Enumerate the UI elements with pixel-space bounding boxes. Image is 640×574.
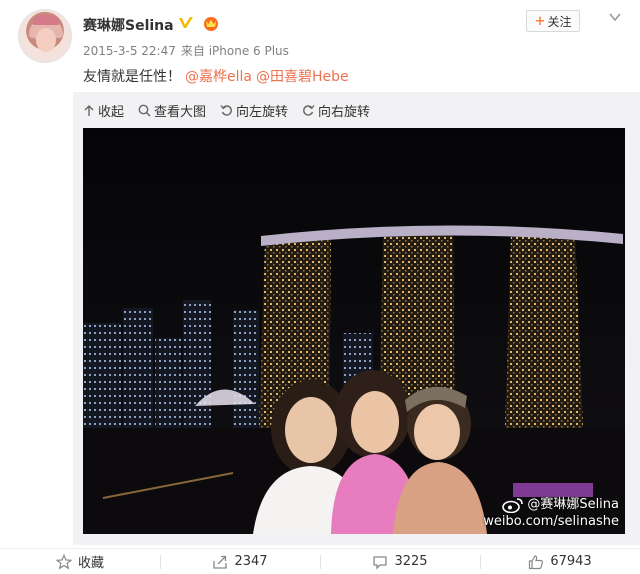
watermark-name: @赛琳娜Selina xyxy=(483,496,619,513)
favorite-button[interactable]: 收藏 xyxy=(0,549,160,574)
like-icon xyxy=(529,554,544,569)
view-large-label: 查看大图 xyxy=(154,104,207,120)
mention-link[interactable]: @嘉桦ella xyxy=(185,69,252,85)
post-body: 友情就是任性！ xyxy=(83,69,181,85)
comment-count: 3225 xyxy=(394,554,428,569)
rotate-right-button[interactable]: 向右旋转 xyxy=(302,101,370,120)
like-count: 67943 xyxy=(550,554,592,569)
member-crown-icon[interactable] xyxy=(202,15,220,31)
night-skyline-photo xyxy=(83,128,625,534)
plus-icon: + xyxy=(534,13,546,29)
user-avatar[interactable] xyxy=(18,9,72,63)
post-source[interactable]: 来自 iPhone 6 Plus xyxy=(181,44,289,58)
search-icon xyxy=(138,104,151,117)
post-timestamp[interactable]: 2015-3-5 22:47 xyxy=(83,44,176,58)
dropdown-chevron-icon[interactable] xyxy=(608,10,622,24)
rotate-right-icon xyxy=(303,104,315,116)
rotate-left-icon xyxy=(220,104,232,116)
follow-label: 关注 xyxy=(547,14,572,29)
follow-button[interactable]: + 关注 xyxy=(526,10,580,32)
rotate-left-button[interactable]: 向左旋转 xyxy=(220,101,288,120)
photo-watermark: @赛琳娜Selina weibo.com/selinashe xyxy=(483,496,619,530)
comment-button[interactable]: 3225 xyxy=(320,549,480,574)
collapse-arrow-icon xyxy=(84,104,94,116)
repost-button[interactable]: 2347 xyxy=(160,549,320,574)
like-button[interactable]: 67943 xyxy=(480,549,640,574)
collapse-button[interactable]: 收起 xyxy=(83,101,124,120)
rotate-left-label: 向左旋转 xyxy=(236,104,289,120)
comment-icon xyxy=(373,555,388,570)
star-icon xyxy=(55,553,72,569)
post-photo[interactable]: @赛琳娜Selina weibo.com/selinashe xyxy=(83,128,625,534)
watermark-url: weibo.com/selinashe xyxy=(483,514,619,529)
favorite-label: 收藏 xyxy=(77,556,104,571)
user-name[interactable]: 赛琳娜Selina xyxy=(83,15,174,35)
repost-count: 2347 xyxy=(234,554,268,569)
mention-link[interactable]: @田喜碧Hebe xyxy=(256,69,349,85)
verified-icon xyxy=(179,17,193,28)
post-actions-bar: 收藏 2347 3225 67943 xyxy=(0,548,640,574)
repost-icon xyxy=(213,555,228,569)
post-meta: 2015-3-5 22:47 来自 iPhone 6 Plus xyxy=(83,42,294,59)
collapse-label: 收起 xyxy=(98,104,125,120)
post-text: 友情就是任性！ @嘉桦ella @田喜碧Hebe xyxy=(83,66,349,86)
view-large-button[interactable]: 查看大图 xyxy=(138,101,206,120)
rotate-right-label: 向右旋转 xyxy=(318,104,371,120)
media-toolbar: 收起 查看大图 向左旋转 向右旋转 xyxy=(83,100,384,120)
weibo-logo-icon xyxy=(502,497,524,513)
